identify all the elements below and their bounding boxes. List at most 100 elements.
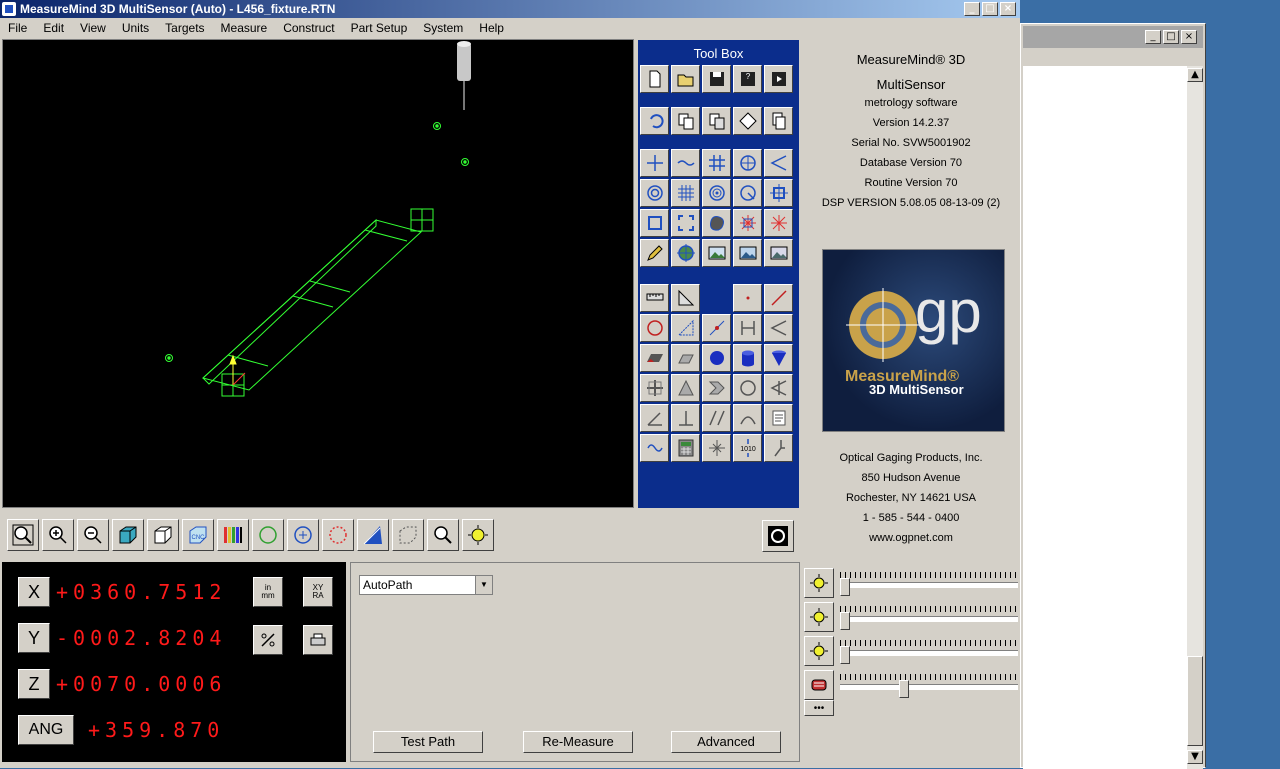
path-mode-select[interactable]: AutoPath ▼: [359, 575, 493, 595]
circle-outline-icon[interactable]: [733, 374, 762, 402]
ring-light-icon[interactable]: [804, 602, 834, 632]
calculator-icon[interactable]: [671, 434, 700, 462]
close-button[interactable]: ×: [1181, 30, 1197, 44]
save-icon[interactable]: [702, 65, 731, 93]
part-view-3d[interactable]: [2, 39, 634, 508]
cylinder-icon[interactable]: [733, 344, 762, 372]
menu-targets[interactable]: Targets: [157, 21, 212, 35]
ring-light-slider[interactable]: [840, 602, 1018, 632]
image-alt-icon[interactable]: [733, 239, 762, 267]
crosshair-icon[interactable]: [640, 149, 669, 177]
concentric-icon[interactable]: [640, 179, 669, 207]
laser-slider[interactable]: [840, 670, 1018, 700]
units-toggle-button[interactable]: in mm: [253, 577, 283, 607]
y-axis-button[interactable]: Y: [18, 623, 50, 653]
maximize-button[interactable]: □: [982, 2, 998, 16]
percent-icon[interactable]: [253, 625, 283, 655]
copy-icon[interactable]: [671, 107, 700, 135]
remeasure-button[interactable]: Re-Measure: [523, 731, 633, 753]
save-as-icon[interactable]: ?: [733, 65, 762, 93]
undo-icon[interactable]: [640, 107, 669, 135]
search-icon[interactable]: [427, 519, 459, 551]
slider-thumb[interactable]: [899, 680, 909, 698]
pencil-icon[interactable]: [640, 239, 669, 267]
background-window-scrollbar[interactable]: ▲ ▼: [1187, 66, 1203, 769]
chevron-icon[interactable]: [702, 374, 731, 402]
curve-icon[interactable]: [640, 434, 669, 462]
iso-view-icon[interactable]: [112, 519, 144, 551]
cnc-view-icon[interactable]: CNC: [182, 519, 214, 551]
sphere-icon[interactable]: [702, 344, 731, 372]
grid-dense-icon[interactable]: [671, 179, 700, 207]
light-bulb-icon[interactable]: [462, 519, 494, 551]
menu-construct[interactable]: Construct: [275, 21, 342, 35]
laser-icon[interactable]: [804, 670, 834, 700]
scroll-thumb[interactable]: [1187, 656, 1203, 746]
dashed-box-icon[interactable]: [392, 519, 424, 551]
scroll-down-arrow-icon[interactable]: ▼: [1187, 750, 1203, 764]
binary-output-icon[interactable]: 1010: [733, 434, 762, 462]
wireframe-canvas[interactable]: [3, 40, 634, 508]
surface-light-icon[interactable]: [804, 568, 834, 598]
scroll-up-arrow-icon[interactable]: ▲: [1187, 68, 1203, 82]
image-icon[interactable]: [702, 239, 731, 267]
color-bars-icon[interactable]: [217, 519, 249, 551]
new-icon[interactable]: [640, 65, 669, 93]
fov-cross-icon[interactable]: [287, 519, 319, 551]
perpendicular-icon[interactable]: [671, 404, 700, 432]
menu-help[interactable]: Help: [471, 21, 512, 35]
square-cross-icon[interactable]: [764, 179, 793, 207]
datum-icon[interactable]: [702, 434, 731, 462]
circle-icon[interactable]: [640, 314, 669, 342]
menu-edit[interactable]: Edit: [35, 21, 72, 35]
fov-dashed-icon[interactable]: [322, 519, 354, 551]
profile-light-icon[interactable]: [804, 636, 834, 666]
surface-icon[interactable]: [671, 344, 700, 372]
zoom-in-icon[interactable]: [42, 519, 74, 551]
angle-between-icon[interactable]: [640, 404, 669, 432]
circle-angle-icon[interactable]: [733, 179, 762, 207]
maximize-button[interactable]: □: [1163, 30, 1179, 44]
angle-tool-icon[interactable]: [357, 519, 389, 551]
plane-icon[interactable]: [640, 344, 669, 372]
surface-light-slider[interactable]: [840, 568, 1018, 598]
parallel-icon[interactable]: [702, 404, 731, 432]
blob-icon[interactable]: [702, 209, 731, 237]
menu-file[interactable]: File: [0, 21, 35, 35]
box-view-icon[interactable]: [147, 519, 179, 551]
circle-crosshair-icon[interactable]: [733, 149, 762, 177]
camera-lens-icon[interactable]: [762, 520, 794, 552]
printer-icon[interactable]: [303, 625, 333, 655]
angle-icon[interactable]: [764, 149, 793, 177]
edge-trace-icon[interactable]: [671, 149, 700, 177]
notes-icon[interactable]: [764, 404, 793, 432]
menu-view[interactable]: View: [72, 21, 114, 35]
menu-part-setup[interactable]: Part Setup: [343, 21, 416, 35]
minimize-button[interactable]: _: [964, 2, 980, 16]
fov-circle-icon[interactable]: [252, 519, 284, 551]
close-button[interactable]: ×: [1000, 2, 1016, 16]
angle-ruler-icon[interactable]: [671, 284, 700, 312]
slider-thumb[interactable]: [840, 612, 850, 630]
test-path-button[interactable]: Test Path: [373, 731, 483, 753]
triangle-icon[interactable]: [671, 314, 700, 342]
point-icon[interactable]: [733, 284, 762, 312]
quadrant-icon[interactable]: [640, 374, 669, 402]
cone-icon[interactable]: [764, 344, 793, 372]
duplicate-icon[interactable]: [764, 107, 793, 135]
image-third-icon[interactable]: [764, 239, 793, 267]
angle-button[interactable]: ANG: [18, 715, 74, 745]
taper-icon[interactable]: [764, 374, 793, 402]
transform-icon[interactable]: [733, 107, 762, 135]
chevron-down-icon[interactable]: ▼: [475, 576, 492, 594]
zoom-out-icon[interactable]: [77, 519, 109, 551]
line-icon[interactable]: [764, 284, 793, 312]
arc-icon[interactable]: [733, 404, 762, 432]
grid-icon[interactable]: [702, 149, 731, 177]
line-points-icon[interactable]: [702, 314, 731, 342]
corners-icon[interactable]: [671, 209, 700, 237]
coord-toggle-button[interactable]: XY RA: [303, 577, 333, 607]
angle-feature-icon[interactable]: [764, 314, 793, 342]
menu-system[interactable]: System: [415, 21, 471, 35]
z-axis-button[interactable]: Z: [18, 669, 50, 699]
